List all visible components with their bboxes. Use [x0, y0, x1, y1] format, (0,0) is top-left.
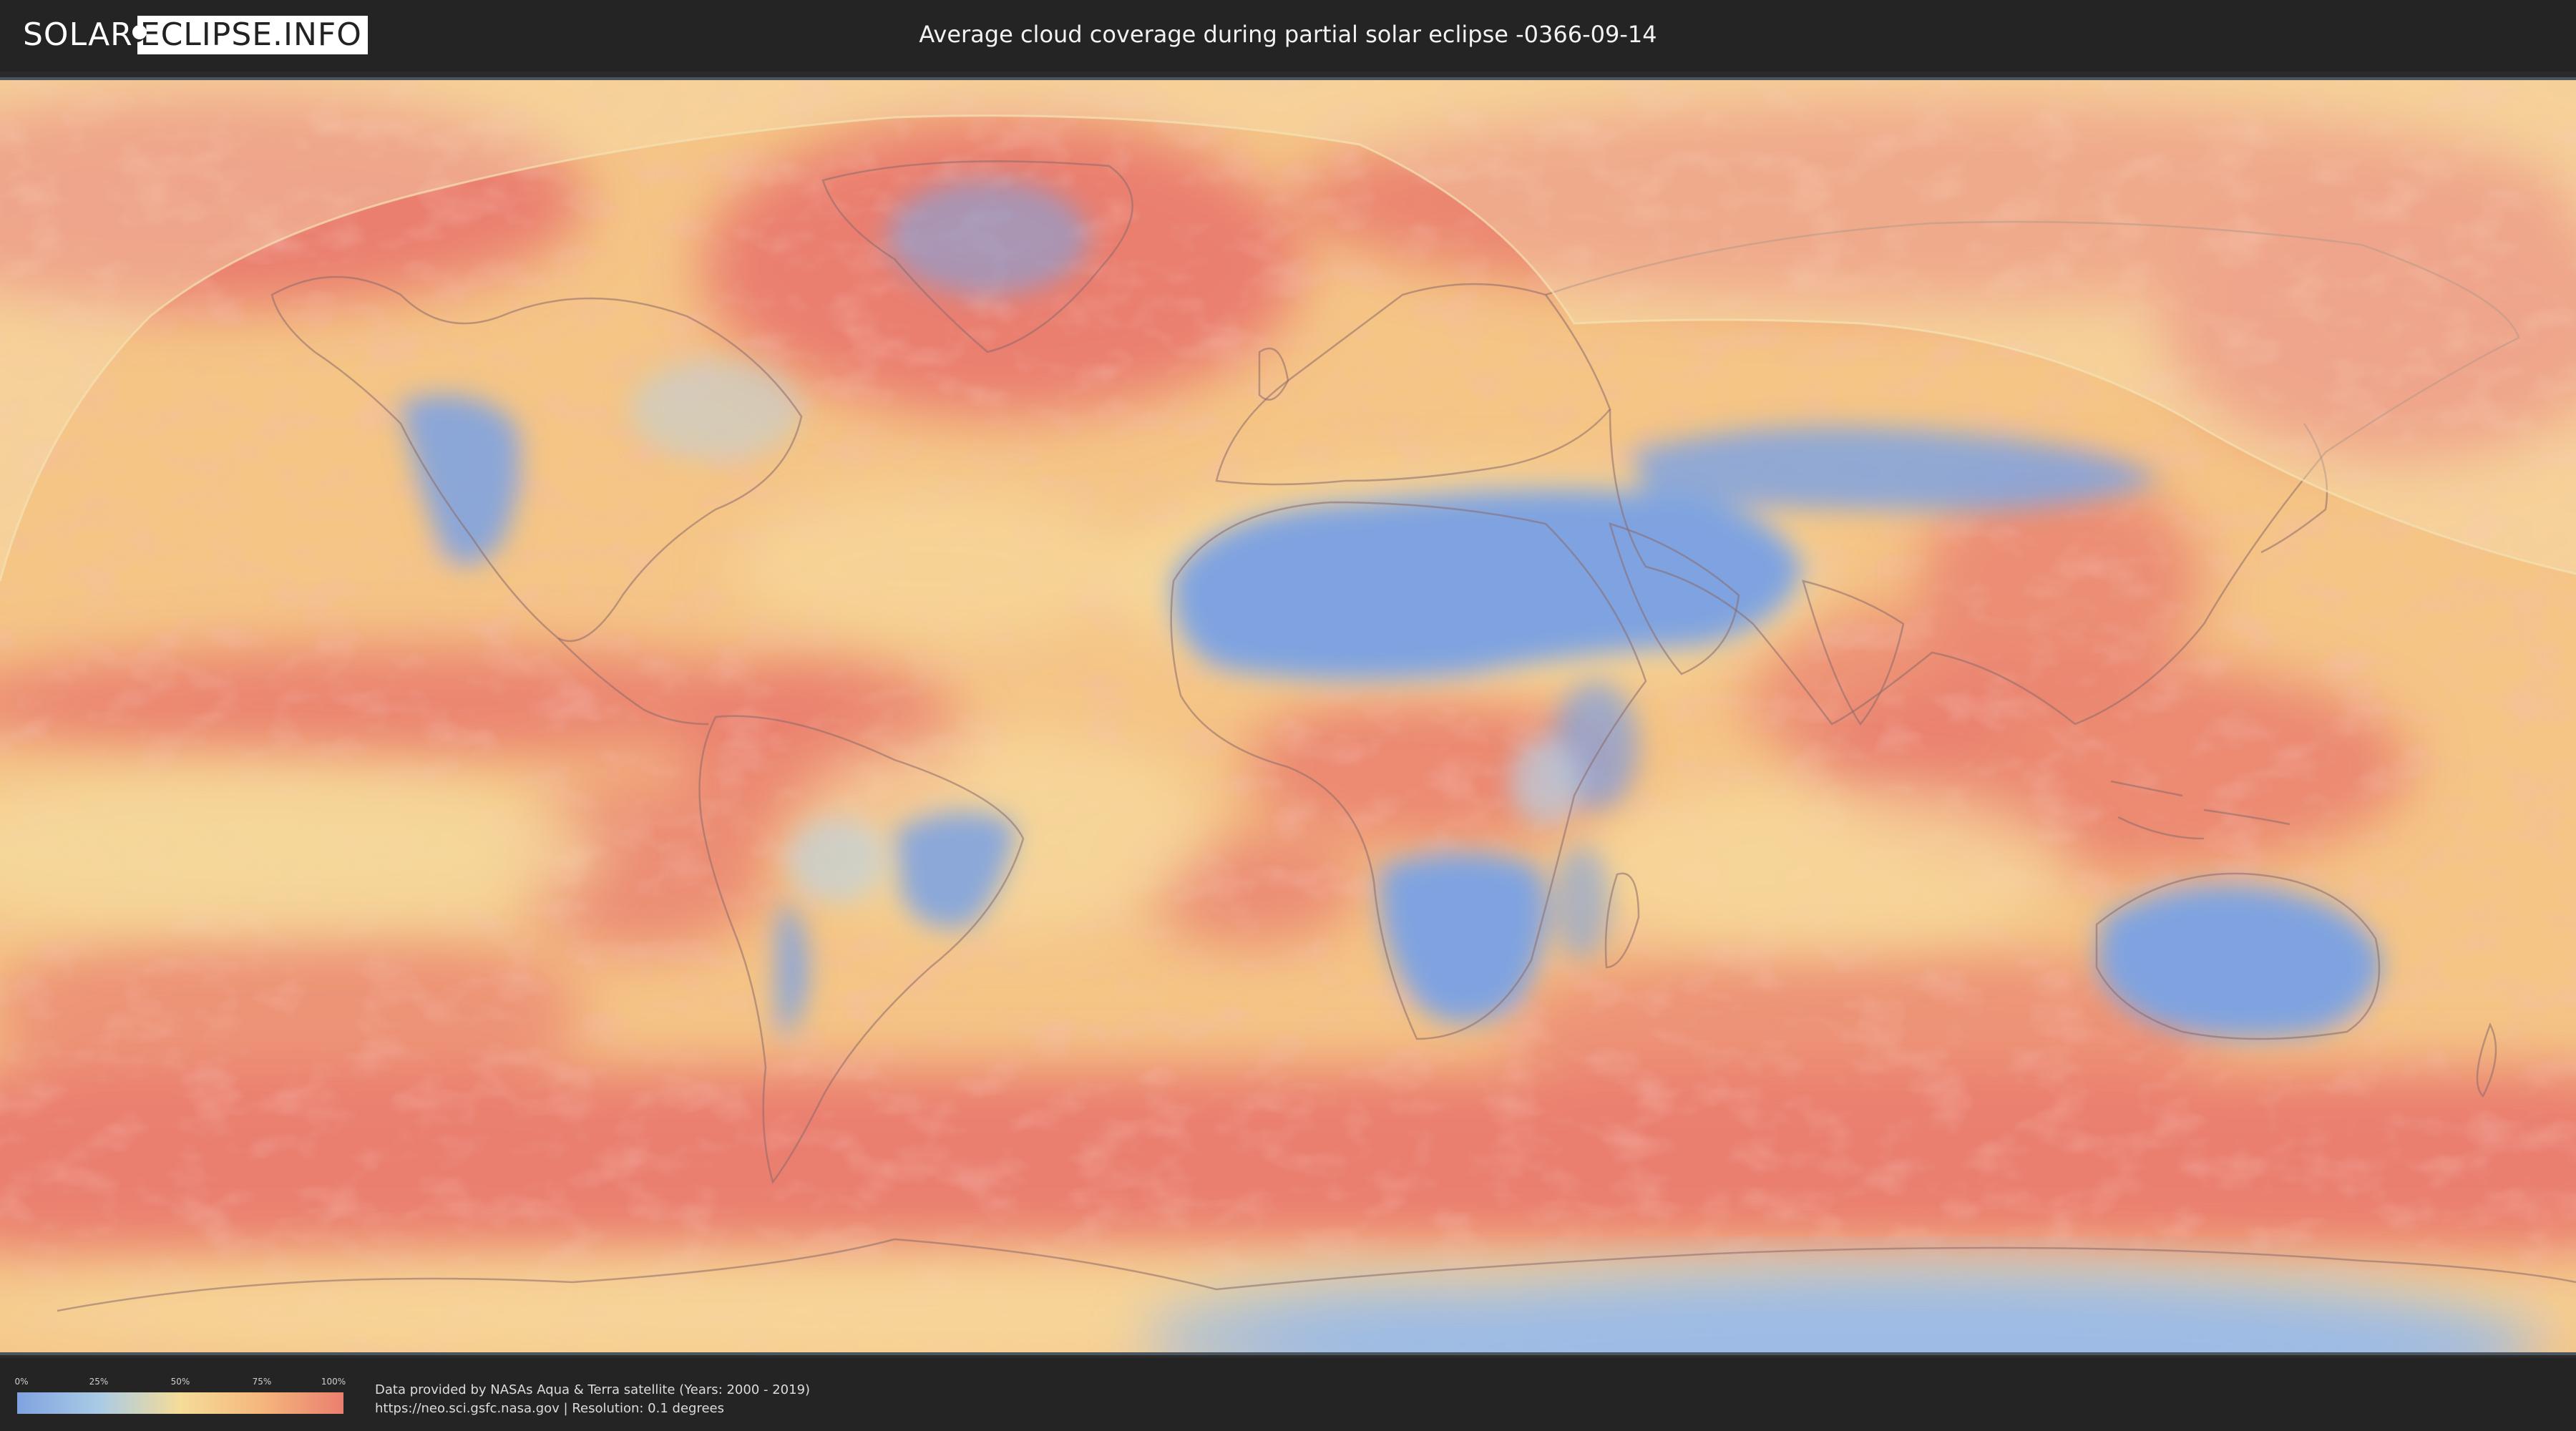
light-band-north-atlantic	[730, 488, 1131, 645]
data-resolution-line: https://neo.sci.gsfc.nasa.gov | Resoluti…	[375, 1401, 724, 1416]
logo-text-eclipse-info-label: ECLIPSE.INFO	[140, 16, 362, 53]
clear-region-madagascar	[1553, 846, 1610, 960]
legend-tick-50: 50%	[170, 1377, 190, 1387]
light-blue-region-south-america	[787, 817, 887, 903]
legend-tick-25: 25%	[89, 1377, 109, 1387]
page-title: Average cloud coverage during partial so…	[919, 21, 1657, 48]
legend-tick-100: 100%	[321, 1377, 346, 1387]
app-root: SOLAR ECLIPSE.INFO Average cloud coverag…	[0, 0, 2576, 1431]
header-bar: SOLAR ECLIPSE.INFO Average cloud coverag…	[0, 0, 2576, 72]
data-source-note: Data provided by NASAs Aqua & Terra sate…	[375, 1381, 810, 1418]
logo-text-solar: SOLAR	[23, 16, 133, 53]
site-logo[interactable]: SOLAR ECLIPSE.INFO	[23, 16, 368, 54]
logo-text-eclipse-info: ECLIPSE.INFO	[127, 16, 368, 54]
legend-gradient-bar	[17, 1392, 343, 1414]
cloud-coverage-legend: 0% 25% 50% 75% 100%	[14, 1377, 346, 1414]
footer-bar: 0% 25% 50% 75% 100% Data provided by NAS…	[0, 1358, 2576, 1431]
eclipse-moon-icon	[127, 25, 147, 42]
clear-region-greenland	[887, 180, 1088, 295]
data-source-line: Data provided by NASAs Aqua & Terra sate…	[375, 1382, 811, 1397]
legend-tick-0: 0%	[14, 1377, 29, 1387]
cloud-coverage-map[interactable]	[0, 80, 2576, 1352]
light-band-south-indian	[1574, 781, 2075, 953]
legend-ticks: 0% 25% 50% 75% 100%	[14, 1377, 346, 1387]
light-blue-region-north-america	[630, 359, 801, 459]
map-panel[interactable]	[0, 77, 2576, 1355]
legend-tick-75: 75%	[252, 1377, 272, 1387]
